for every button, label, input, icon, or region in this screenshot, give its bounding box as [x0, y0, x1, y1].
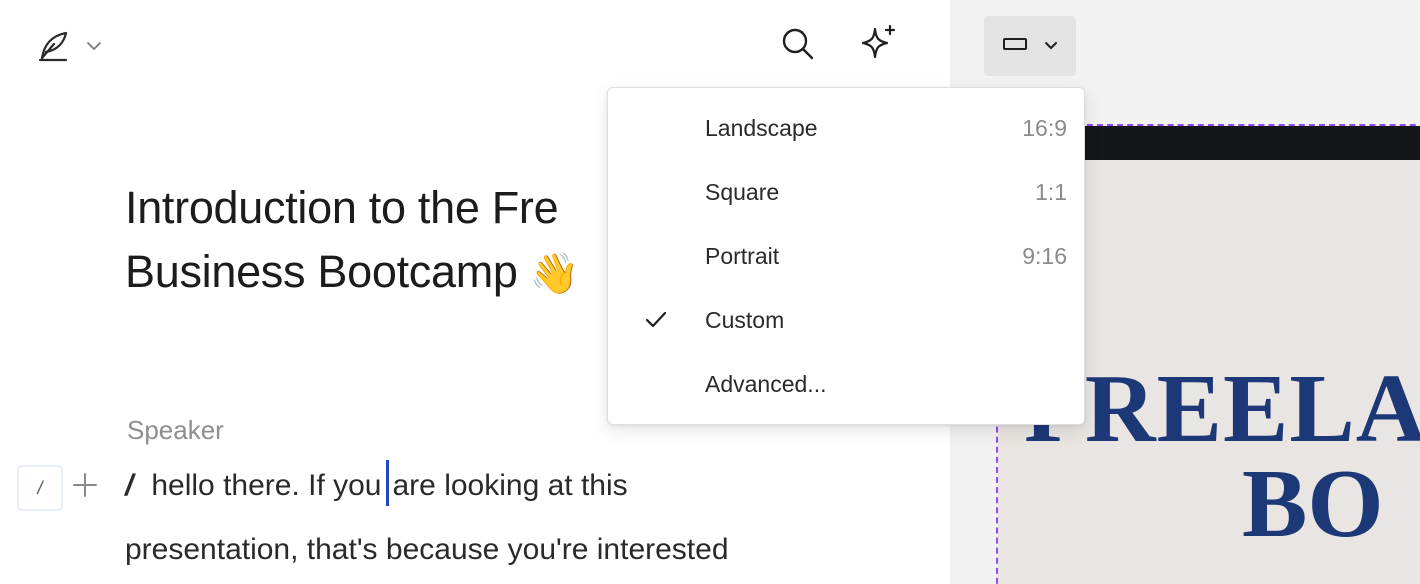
brand-menu-button[interactable]: [36, 26, 102, 66]
menu-item-portrait[interactable]: Portrait 9:16: [608, 224, 1084, 288]
menu-item-label: Portrait: [705, 242, 780, 269]
text-before-caret: hello there. If you: [151, 469, 382, 502]
menu-item-square[interactable]: Square 1:1: [608, 160, 1084, 224]
menu-item-ratio: 16:9: [1022, 114, 1067, 141]
search-icon: [781, 27, 815, 66]
menu-item-ratio: 9:16: [1022, 242, 1067, 269]
menu-item-advanced[interactable]: Advanced...: [608, 352, 1084, 416]
waving-hand-emoji: 👋: [529, 252, 580, 296]
menu-item-ratio: 1:1: [1035, 178, 1067, 205]
quill-icon: [36, 28, 72, 64]
menu-item-landscape[interactable]: Landscape 16:9: [608, 96, 1084, 160]
menu-item-label: Advanced...: [705, 370, 827, 397]
slide-subline: BO: [1242, 450, 1384, 558]
menu-item-custom[interactable]: Custom: [608, 288, 1084, 352]
chevron-down-icon: [1044, 37, 1058, 55]
search-button[interactable]: [778, 26, 818, 66]
aspect-ratio-button[interactable]: [984, 16, 1076, 76]
speaker-label: Speaker: [127, 415, 224, 445]
aspect-ratio-menu: Landscape 16:9 Square 1:1 Portrait 9:16 …: [607, 87, 1085, 425]
plus-icon: [72, 472, 98, 503]
rectangle-icon: [1002, 36, 1028, 57]
menu-item-label: Square: [705, 178, 780, 205]
ai-assistant-button[interactable]: [858, 24, 898, 64]
sparkle-icon: [859, 23, 897, 66]
checkmark-icon: [644, 308, 668, 332]
text-after-caret: are looking at this: [392, 469, 628, 502]
script-line-2[interactable]: presentation, that's because you're inte…: [125, 530, 729, 570]
menu-item-label: Landscape: [705, 114, 818, 141]
title-line-2-text: Business Bootcamp: [125, 246, 518, 297]
chevron-down-icon: [86, 41, 102, 51]
script-line-1[interactable]: / hello there. If you are looking at this: [125, 460, 628, 507]
add-block-button[interactable]: [70, 472, 100, 502]
slash-command-char: /: [125, 469, 134, 502]
menu-item-label: Custom: [705, 306, 785, 333]
block-drag-handle[interactable]: /: [17, 465, 63, 511]
text-caret: [385, 460, 389, 507]
